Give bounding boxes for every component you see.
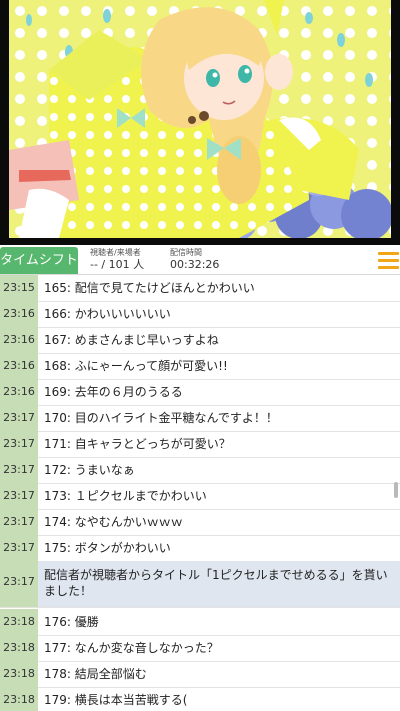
comment-time: 23:18 xyxy=(0,609,38,635)
system-message-text: 配信者が視聴者からタイトル「1ピクセルまでせめるる」を貰いました！ xyxy=(44,568,388,598)
comment-row[interactable]: 23:17 174: なやむんかいｗｗｗ xyxy=(0,509,400,536)
comment-text: 170: 目のハイライト金平糖なんですよ！！ xyxy=(44,411,278,425)
elapsed-time-value: 00:32:26 xyxy=(170,258,220,271)
comment-row[interactable]: 23:18 176: 優勝 xyxy=(0,609,400,636)
comment-time: 23:17 xyxy=(0,431,38,457)
comment-row[interactable]: 23:18 178: 結局全部悩む xyxy=(0,661,400,688)
comment-text: 168: ふにゃーんって顔が可愛い!! xyxy=(44,359,228,373)
comment-text: 166: かわいいいいいい xyxy=(44,307,171,321)
system-message-row[interactable]: 23:17 配信者が視聴者からタイトル「1ピクセルまでせめるる」を貰いました！ xyxy=(0,561,400,608)
tab-timeshift[interactable]: タイムシフト xyxy=(0,247,78,274)
comment-time: 23:17 xyxy=(0,483,38,509)
viewer-count-label: 視聴者/来場者 xyxy=(90,248,141,257)
comment-row[interactable]: 23:17 171: 自キャラとどっちが可愛い？ xyxy=(0,431,400,458)
comment-text: 165: 配信で見てたけどほんとかわいい xyxy=(44,281,255,295)
comment-list[interactable]: 23:15 165: 配信で見てたけどほんとかわいい 23:16 166: かわいいい… xyxy=(0,275,400,711)
comment-time: 23:17 xyxy=(0,509,38,535)
stream-status-bar: タイムシフト 視聴者/来場者 -- / 101 人 配信時間 00:32:26 xyxy=(0,245,400,275)
comment-row[interactable]: 23:16 169: 去年の６月のうるる xyxy=(0,379,400,406)
comment-time: 23:16 xyxy=(0,301,38,327)
comment-row[interactable]: 23:16 167: めまさんまじ早いっすよね xyxy=(0,327,400,354)
elapsed-time: 配信時間 00:32:26 xyxy=(170,248,219,272)
comment-row[interactable]: 23:17 172: うまいなぁ xyxy=(0,457,400,484)
comment-row[interactable]: 23:18 179: 横長は本当苦戦する( xyxy=(0,687,400,711)
comment-row[interactable]: 23:16 166: かわいいいいいい xyxy=(0,301,400,328)
comment-text: 178: 結局全部悩む xyxy=(44,667,147,681)
comment-text: 169: 去年の６月のうるる xyxy=(44,385,183,399)
comment-row[interactable]: 23:15 165: 配信で見てたけどほんとかわいい xyxy=(0,275,400,302)
comment-text: 174: なやむんかいｗｗｗ xyxy=(44,515,183,529)
comment-text: 175: ボタンがかわいい xyxy=(44,541,171,555)
elapsed-time-label: 配信時間 xyxy=(170,248,202,257)
comment-time: 23:16 xyxy=(0,327,38,353)
comment-text: 177: なんか変な音しなかった？ xyxy=(44,641,219,655)
comment-time: 23:15 xyxy=(0,275,38,301)
comment-time: 23:18 xyxy=(0,687,38,711)
comment-row[interactable]: 23:17 173: １ピクセルまでかわいい xyxy=(0,483,400,510)
comment-time: 23:17 xyxy=(0,405,38,431)
comment-text: 176: 優勝 xyxy=(44,615,99,629)
anime-girl-illustration xyxy=(9,0,391,238)
scrollbar-thumb[interactable] xyxy=(394,482,398,498)
comment-text: 171: 自キャラとどっちが可愛い？ xyxy=(44,437,231,451)
viewer-count-value: -- / 101 人 xyxy=(90,258,145,271)
comment-time: 23:16 xyxy=(0,379,38,405)
comment-time: 23:17 xyxy=(0,561,38,607)
comment-row[interactable]: 23:16 168: ふにゃーんって顔が可愛い!! xyxy=(0,353,400,380)
viewer-count: 視聴者/来場者 -- / 101 人 xyxy=(90,248,144,272)
comment-row[interactable]: 23:17 175: ボタンがかわいい xyxy=(0,535,400,562)
comment-text: 179: 横長は本当苦戦する( xyxy=(44,693,188,707)
comment-row[interactable]: 23:18 177: なんか変な音しなかった？ xyxy=(0,635,400,662)
comment-text: 167: めまさんまじ早いっすよね xyxy=(44,333,219,347)
comment-time: 23:18 xyxy=(0,635,38,661)
stream-artwork xyxy=(9,0,391,238)
comment-time: 23:18 xyxy=(0,661,38,687)
comment-time: 23:16 xyxy=(0,353,38,379)
menu-icon[interactable] xyxy=(378,252,400,272)
comment-time: 23:17 xyxy=(0,535,38,561)
video-player[interactable] xyxy=(0,0,400,245)
comment-text: 173: １ピクセルまでかわいい xyxy=(44,489,207,503)
comment-text: 172: うまいなぁ xyxy=(44,463,135,477)
comment-row[interactable]: 23:17 170: 目のハイライト金平糖なんですよ！！ xyxy=(0,405,400,432)
comment-time: 23:17 xyxy=(0,457,38,483)
